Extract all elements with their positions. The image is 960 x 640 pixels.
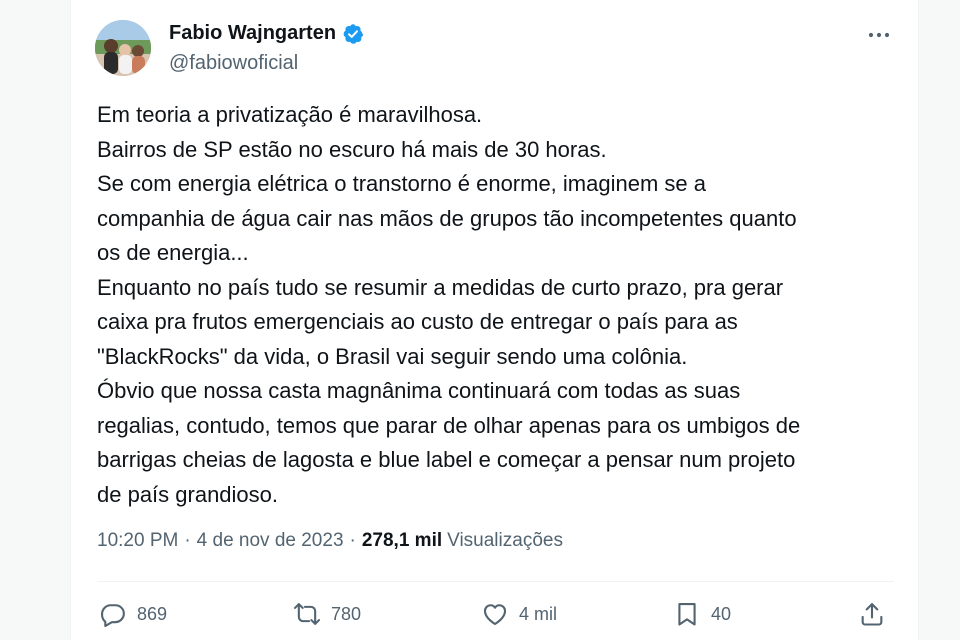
tweet-text-line: de país grandioso. [97, 481, 279, 507]
tweet-text-line: Em teoria a privatização é maravilhosa. [97, 102, 483, 127]
tweet-text-line: Óbvio que nossa casta magnânima continua… [97, 378, 741, 403]
like-button[interactable]: 4 mil [481, 596, 557, 632]
tweet-text-line: companhia de água cair nas mãos de grupo… [97, 205, 797, 231]
author-display-name[interactable]: Fabio Wajngarten [169, 22, 336, 45]
share-button[interactable] [858, 596, 886, 632]
tweet-text-line: "BlackRocks" da vida, o Brasil vai segui… [97, 343, 688, 369]
tweet-text-line: regalias, contudo, temos que parar de ol… [97, 412, 801, 438]
tweet-meta: 10:20 PM · 4 de nov de 2023 · 278,1 mil … [97, 530, 563, 552]
author-name-row: Fabio Wajngarten [169, 22, 364, 45]
views-label[interactable]: Visualizações [447, 530, 563, 552]
tweet-text: Em teoria a privatização é maravilhosa. … [97, 98, 897, 512]
retweet-button[interactable]: 780 [293, 596, 361, 632]
meta-separator: · [184, 530, 191, 551]
tweet-text-line: Enquanto no país tudo se resumir a medid… [97, 274, 784, 300]
action-bar: 869 780 4 mil 40 [97, 596, 894, 632]
meta-separator: · [349, 530, 356, 551]
bookmark-icon [678, 603, 696, 626]
heart-icon [483, 604, 507, 626]
reply-count: 869 [137, 603, 168, 624]
author-handle[interactable]: @fabiowoficial [169, 52, 298, 75]
share-icon [861, 603, 883, 626]
like-count: 4 mil [519, 603, 558, 624]
tweet-text-line: caixa pra frutos emergenciais ao custo d… [97, 309, 738, 334]
tweet-card: Fabio Wajngarten @fabiowoficial Em teori… [70, 0, 919, 640]
author-avatar[interactable] [95, 20, 151, 76]
tweet-text-line: barrigas cheias de lagosta e blue label … [97, 447, 796, 472]
divider [97, 581, 894, 582]
verified-badge-icon [343, 23, 364, 44]
tweet-date[interactable]: 4 de nov de 2023 [197, 530, 344, 552]
more-options-icon[interactable] [864, 20, 894, 50]
views-count[interactable]: 278,1 mil [362, 530, 442, 552]
retweet-icon [293, 603, 321, 625]
retweet-count: 780 [331, 603, 362, 624]
tweet-text-line: Bairros de SP estão no escuro há mais de… [97, 136, 607, 162]
reply-icon [100, 604, 125, 628]
bookmark-button[interactable]: 40 [673, 596, 731, 632]
tweet-time[interactable]: 10:20 PM [97, 530, 178, 552]
bookmark-count: 40 [711, 603, 732, 624]
tweet-text-line: Se com energia elétrica o transtorno é e… [97, 171, 706, 196]
tweet-text-line: os de energia... [97, 240, 249, 265]
reply-button[interactable]: 869 [99, 596, 167, 632]
